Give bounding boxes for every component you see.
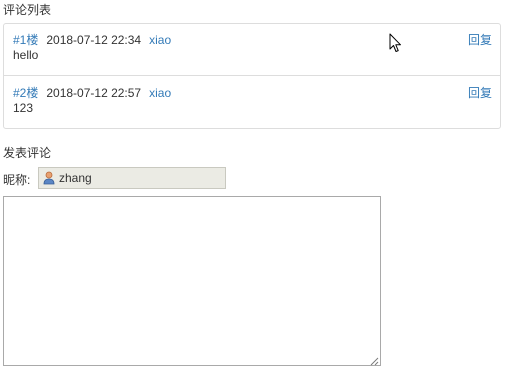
mouse-pointer-icon <box>389 33 403 53</box>
comment-item: #2楼 2018-07-12 22:57 xiao 回复 123 <box>4 77 500 129</box>
nickname-value: zhang <box>59 171 92 185</box>
reply-link[interactable]: 回复 <box>468 84 492 101</box>
nickname-label: 昵称: <box>3 173 31 187</box>
comment-item: #1楼 2018-07-12 22:34 xiao 回复 hello <box>4 24 500 76</box>
floor-link[interactable]: #1楼 <box>13 33 38 47</box>
reply-link[interactable]: 回复 <box>468 31 492 48</box>
comments-section-title: 评论列表 <box>3 3 52 17</box>
resize-grip-icon[interactable] <box>370 355 379 366</box>
floor-link[interactable]: #2楼 <box>13 86 38 100</box>
comment-time: 2018-07-12 22:34 <box>46 33 142 47</box>
author-link[interactable]: xiao <box>149 86 171 100</box>
post-comment-title: 发表评论 <box>3 146 52 160</box>
comment-meta: #2楼 2018-07-12 22:57 xiao <box>13 84 171 101</box>
comment-content: hello <box>13 48 39 62</box>
nickname-field[interactable]: zhang <box>38 167 226 189</box>
comment-page: 评论列表 #1楼 2018-07-12 22:34 xiao 回复 hello #2… <box>0 0 508 372</box>
comment-content: 123 <box>13 101 34 115</box>
comment-meta: #1楼 2018-07-12 22:34 xiao <box>13 31 171 48</box>
comment-textarea[interactable] <box>3 196 381 366</box>
user-icon <box>43 171 55 185</box>
comment-list: #1楼 2018-07-12 22:34 xiao 回复 hello #2楼 2018… <box>3 23 501 129</box>
author-link[interactable]: xiao <box>149 33 171 47</box>
comment-time: 2018-07-12 22:57 <box>46 86 142 100</box>
